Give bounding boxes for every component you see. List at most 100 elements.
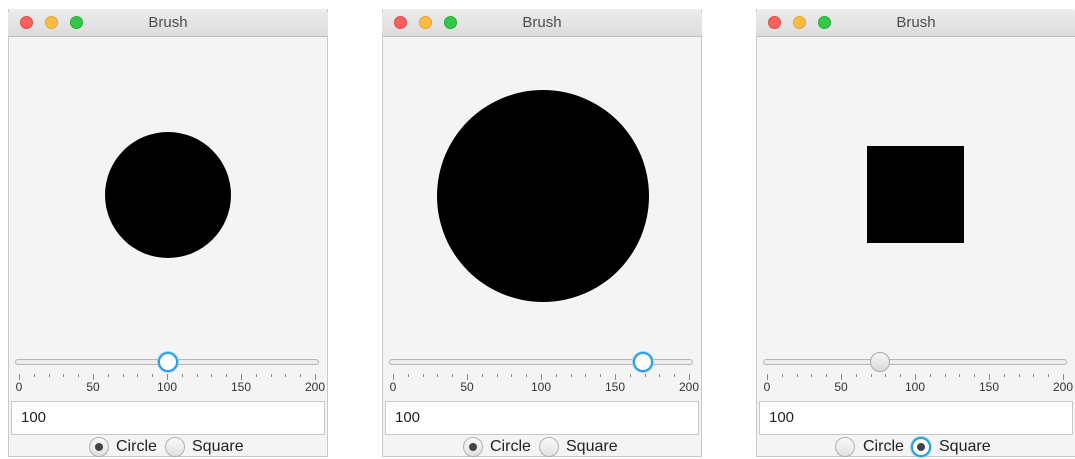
circle-radio-label[interactable]: Circle bbox=[490, 438, 531, 456]
tick-minor bbox=[900, 374, 901, 377]
tick-minor bbox=[945, 374, 946, 377]
tick-minor bbox=[437, 374, 438, 377]
tick-minor bbox=[1048, 374, 1049, 377]
tick-minor bbox=[211, 374, 212, 377]
slider-thumb[interactable] bbox=[633, 352, 653, 372]
square-radio-label[interactable]: Square bbox=[939, 438, 991, 456]
tick-label: 50 bbox=[460, 380, 474, 394]
square-radio[interactable] bbox=[539, 437, 559, 457]
title-bar[interactable]: Brush bbox=[756, 9, 1075, 37]
circle-radio[interactable] bbox=[89, 437, 109, 457]
size-text-field[interactable]: 100 bbox=[759, 401, 1073, 435]
brush-square bbox=[867, 146, 964, 243]
tick-minor bbox=[659, 374, 660, 377]
radio-selected-dot bbox=[95, 443, 103, 451]
tick-minor bbox=[556, 374, 557, 377]
tick-label: 0 bbox=[763, 380, 771, 394]
tick-label: 50 bbox=[834, 380, 848, 394]
tick-minor bbox=[585, 374, 586, 377]
tick-label: 0 bbox=[15, 380, 23, 394]
tick-minor bbox=[1004, 374, 1005, 377]
window-title: Brush bbox=[896, 14, 936, 31]
circle-radio[interactable] bbox=[835, 437, 855, 457]
tick-minor bbox=[49, 374, 50, 377]
tick-minor bbox=[974, 374, 975, 377]
brush-window-3: Brush 0 50 100 150 200 100 Circle Square bbox=[756, 9, 1075, 457]
tick-minor bbox=[285, 374, 286, 377]
tick-minor bbox=[645, 374, 646, 377]
circle-radio-label[interactable]: Circle bbox=[116, 438, 157, 456]
brush-circle bbox=[105, 132, 231, 258]
tick-label: 150 bbox=[230, 380, 252, 394]
tick-minor bbox=[197, 374, 198, 377]
tick-minor bbox=[34, 374, 35, 377]
window-title: Brush bbox=[148, 14, 188, 31]
square-radio-label[interactable]: Square bbox=[192, 438, 244, 456]
title-bar[interactable]: Brush bbox=[8, 9, 328, 37]
square-radio[interactable] bbox=[165, 437, 185, 457]
drawing-canvas bbox=[757, 37, 1075, 349]
tick-minor bbox=[511, 374, 512, 377]
tick-minor bbox=[300, 374, 301, 377]
tick-minor bbox=[1033, 374, 1034, 377]
tick-minor bbox=[526, 374, 527, 377]
tick-minor bbox=[885, 374, 886, 377]
drawing-canvas bbox=[9, 37, 327, 349]
tick-minor bbox=[482, 374, 483, 377]
tick-minor bbox=[930, 374, 931, 377]
tick-minor bbox=[226, 374, 227, 377]
tick-minor bbox=[256, 374, 257, 377]
tick-minor bbox=[856, 374, 857, 377]
tick-minor bbox=[452, 374, 453, 377]
tick-minor bbox=[1019, 374, 1020, 377]
title-bar[interactable]: Brush bbox=[382, 9, 702, 37]
tick-minor bbox=[137, 374, 138, 377]
slider-thumb[interactable] bbox=[158, 352, 178, 372]
tick-minor bbox=[826, 374, 827, 377]
size-text-field[interactable]: 100 bbox=[11, 401, 325, 435]
tick-minor bbox=[271, 374, 272, 377]
tick-minor bbox=[782, 374, 783, 377]
tick-minor bbox=[123, 374, 124, 377]
tick-minor bbox=[797, 374, 798, 377]
tick-label: 200 bbox=[678, 380, 700, 394]
tick-label: 150 bbox=[978, 380, 1000, 394]
tick-label: 100 bbox=[156, 380, 178, 394]
tick-minor bbox=[959, 374, 960, 377]
drawing-canvas bbox=[383, 37, 701, 349]
tick-minor bbox=[182, 374, 183, 377]
tick-label: 100 bbox=[904, 380, 926, 394]
circle-radio[interactable] bbox=[463, 437, 483, 457]
window-title: Brush bbox=[522, 14, 562, 31]
tick-label: 50 bbox=[86, 380, 100, 394]
tick-minor bbox=[630, 374, 631, 377]
tick-minor bbox=[871, 374, 872, 377]
tick-minor bbox=[78, 374, 79, 377]
tick-minor bbox=[811, 374, 812, 377]
square-radio[interactable] bbox=[911, 437, 931, 457]
size-text-field[interactable]: 100 bbox=[385, 401, 699, 435]
tick-label: 100 bbox=[530, 380, 552, 394]
tick-minor bbox=[674, 374, 675, 377]
slider-thumb[interactable] bbox=[870, 352, 890, 372]
brush-size-slider[interactable] bbox=[763, 359, 1067, 365]
tick-minor bbox=[497, 374, 498, 377]
brush-circle bbox=[437, 90, 649, 302]
radio-selected-dot bbox=[917, 443, 925, 451]
tick-minor bbox=[108, 374, 109, 377]
circle-radio-label[interactable]: Circle bbox=[863, 438, 904, 456]
tick-minor bbox=[423, 374, 424, 377]
brush-window-1: Brush 0 50 100 150 200 100 Circle Square bbox=[8, 9, 328, 457]
tick-minor bbox=[63, 374, 64, 377]
brush-window-2: Brush 0 50 100 150 200 100 Circle Square bbox=[382, 9, 702, 457]
tick-minor bbox=[408, 374, 409, 377]
tick-minor bbox=[600, 374, 601, 377]
tick-label: 0 bbox=[389, 380, 397, 394]
tick-label: 150 bbox=[604, 380, 626, 394]
square-radio-label[interactable]: Square bbox=[566, 438, 618, 456]
tick-label: 200 bbox=[1052, 380, 1074, 394]
tick-minor bbox=[152, 374, 153, 377]
radio-selected-dot bbox=[469, 443, 477, 451]
tick-minor bbox=[571, 374, 572, 377]
tick-label: 200 bbox=[304, 380, 326, 394]
